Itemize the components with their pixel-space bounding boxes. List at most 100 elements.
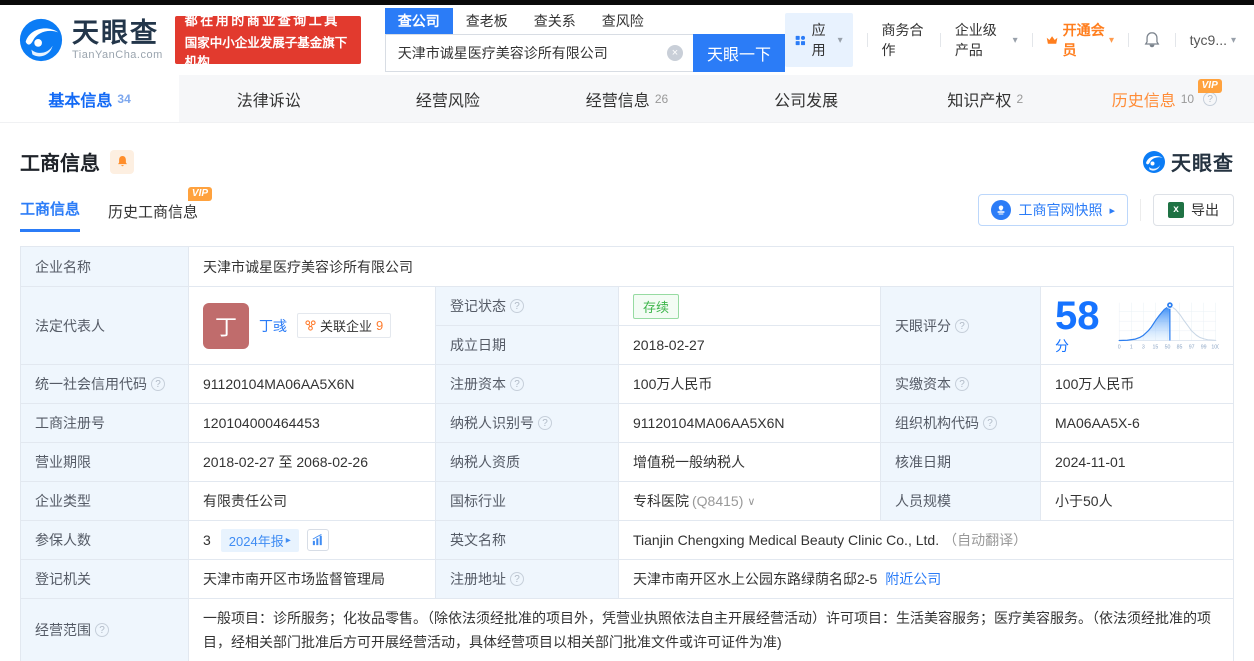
chevron-down-icon[interactable]: ∨	[747, 495, 755, 508]
help-icon[interactable]: ?	[955, 318, 969, 333]
main-tabbar: 基本信息 34 法律诉讼 经营风险 经营信息 26 公司发展 知识产权 2 VI…	[0, 75, 1254, 123]
help-icon[interactable]: ?	[955, 377, 969, 391]
svg-text:50: 50	[1165, 344, 1171, 350]
search-tab-boss[interactable]: 查老板	[453, 8, 521, 34]
chart-x-ticks: 0 1 3 15 50 85 97 99 100	[1118, 344, 1219, 350]
english-name-text: Tianjin Chengxing Medical Beauty Clinic …	[633, 532, 940, 548]
tab-legal-proceedings[interactable]: 法律诉讼	[179, 75, 358, 122]
score-value: 58	[1055, 293, 1100, 338]
legal-rep-avatar[interactable]: 丁	[203, 302, 249, 349]
apps-label: 应用	[811, 22, 826, 58]
caret-down-icon: ▾	[1231, 34, 1237, 46]
tab-history-info[interactable]: VIP 历史信息 10 ?	[1075, 75, 1254, 122]
notification-bell-icon[interactable]	[1143, 31, 1161, 49]
promo-banner: 都在用的商业查询工具 国家中小企业发展子基金旗下机构	[174, 13, 361, 69]
search-tab-company[interactable]: 查公司	[384, 7, 453, 34]
field-label-taxpayer-id: 纳税人识别号 ?	[436, 404, 619, 443]
divider	[1140, 199, 1141, 221]
help-icon[interactable]: ?	[510, 377, 524, 391]
svg-text:1: 1	[1130, 344, 1133, 350]
related-companies-badge[interactable]: 关联企业 9	[297, 313, 392, 338]
search-tab-risk[interactable]: 查风险	[589, 8, 657, 34]
crown-icon	[1047, 36, 1058, 44]
search-input[interactable]	[384, 33, 693, 72]
search-tabs: 查公司 查老板 查关系 查风险	[384, 7, 785, 34]
tab-count: 2	[1016, 91, 1024, 106]
field-value-legal-rep: 丁 丁彧 关联企业 9	[189, 287, 436, 365]
annual-report-badge[interactable]: 2024年报 ▸	[220, 528, 299, 552]
score-cell[interactable]: 58分 0 1 3 15 50 85 97 99 10	[1041, 287, 1234, 365]
field-label-reg-number: 工商注册号	[21, 404, 189, 443]
label-text: 经营范围	[35, 622, 91, 638]
tianyancha-logo[interactable]: 天眼查 TianYanCha.com	[18, 17, 163, 63]
field-label-reg-capital: 注册资本 ?	[436, 365, 619, 404]
tab-label: 公司发展	[774, 92, 839, 110]
field-value-industry[interactable]: 专科医院 (Q8415) ∨	[619, 482, 881, 521]
vip-badge: VIP	[1197, 79, 1222, 93]
account-name: tyc9...	[1189, 32, 1228, 48]
nearby-companies-link[interactable]: 附近公司	[885, 569, 941, 589]
help-icon[interactable]: ?	[983, 416, 997, 430]
help-icon[interactable]: ?	[538, 416, 552, 430]
nav-enterprise[interactable]: 企业级产品 ▾	[955, 20, 1018, 60]
promo-line1: 都在用的商业查询工具	[184, 13, 340, 28]
tab-business-info[interactable]: 经营信息 26	[537, 75, 716, 122]
field-label-business-term: 营业期限	[21, 443, 189, 482]
field-value-reg-capital: 100万人民币	[619, 365, 881, 404]
tab-company-development[interactable]: 公司发展	[717, 75, 896, 122]
label-text: 注册地址	[450, 571, 506, 587]
caret-down-icon: ▾	[1109, 34, 1115, 46]
tianyancha-logo-icon	[19, 18, 63, 62]
watermark-brand-logo: 天眼查	[1142, 147, 1234, 176]
score-distribution-chart: 0 1 3 15 50 85 97 99 100	[1118, 300, 1219, 350]
nav-cooperation[interactable]: 商务合作	[881, 20, 926, 60]
section-title: 工商信息	[20, 153, 100, 175]
field-label-legal-rep: 法定代表人	[21, 287, 189, 365]
field-value-insured-count: 3 2024年报 ▸	[189, 521, 436, 560]
export-button[interactable]: x 导出	[1153, 194, 1234, 226]
apps-menu[interactable]: 应用 ▾	[784, 13, 853, 67]
tab-count: 34	[117, 91, 131, 106]
field-label-company-type: 企业类型	[21, 482, 189, 521]
trend-chart-button[interactable]	[306, 529, 329, 551]
legal-rep-name-link[interactable]: 丁彧	[259, 316, 287, 336]
tab-label: 法律诉讼	[236, 92, 301, 110]
tab-basic-info[interactable]: 基本信息 34	[0, 75, 180, 122]
nav-open-vip[interactable]: 开通会员 ▾	[1046, 20, 1114, 60]
caret-down-icon: ▾	[1012, 34, 1018, 46]
svg-text:3: 3	[1142, 344, 1145, 350]
label-text: 天眼评分	[895, 317, 951, 334]
help-icon[interactable]: ?	[151, 377, 165, 391]
subscribe-bell-icon[interactable]	[110, 149, 134, 174]
field-value-staff-size: 小于50人	[1041, 482, 1234, 521]
search-tab-relation[interactable]: 查关系	[521, 8, 589, 34]
search-button[interactable]: 天眼一下	[692, 33, 785, 72]
tab-intellectual-property[interactable]: 知识产权 2	[896, 75, 1075, 122]
field-value-taxpayer-id: 91120104MA06AA5X6N	[619, 404, 881, 443]
official-snapshot-button[interactable]: 工商官网快照 ▸	[978, 194, 1128, 226]
stamp-icon	[991, 200, 1012, 220]
header-nav: 应用 ▾ 商务合作 企业级产品 ▾ 开通会员 ▾ tyc9... ▾	[784, 13, 1236, 67]
clear-input-icon[interactable]: ×	[666, 44, 683, 61]
help-icon[interactable]: ?	[1203, 91, 1218, 106]
subtab-business-registration[interactable]: 工商信息	[20, 198, 81, 232]
help-icon[interactable]: ?	[510, 299, 524, 313]
bar-chart-icon	[312, 534, 322, 546]
svg-text:97: 97	[1189, 344, 1195, 350]
tab-operating-risk[interactable]: 经营风险	[358, 75, 537, 122]
insured-number: 3	[203, 532, 211, 548]
field-value-paid-capital: 100万人民币	[1041, 365, 1234, 404]
label-text: 统一社会信用代码	[35, 376, 147, 392]
svg-text:15: 15	[1153, 344, 1159, 350]
field-label-reg-address: 注册地址 ?	[436, 560, 619, 599]
field-value-business-term: 2018-02-27 至 2068-02-26	[189, 443, 436, 482]
help-icon[interactable]: ?	[510, 572, 524, 586]
brand-name: 天眼查	[1171, 153, 1234, 175]
nav-vip-label: 开通会员	[1062, 22, 1105, 58]
subtab-history-registration[interactable]: 历史工商信息 VIP	[108, 187, 213, 232]
account-menu[interactable]: tyc9... ▾	[1190, 32, 1236, 48]
help-icon[interactable]: ?	[95, 623, 109, 637]
snapshot-label: 工商官网快照	[1018, 202, 1103, 218]
field-value-approval-date: 2024-11-01	[1041, 443, 1234, 482]
field-label-business-scope: 经营范围 ?	[21, 599, 189, 661]
